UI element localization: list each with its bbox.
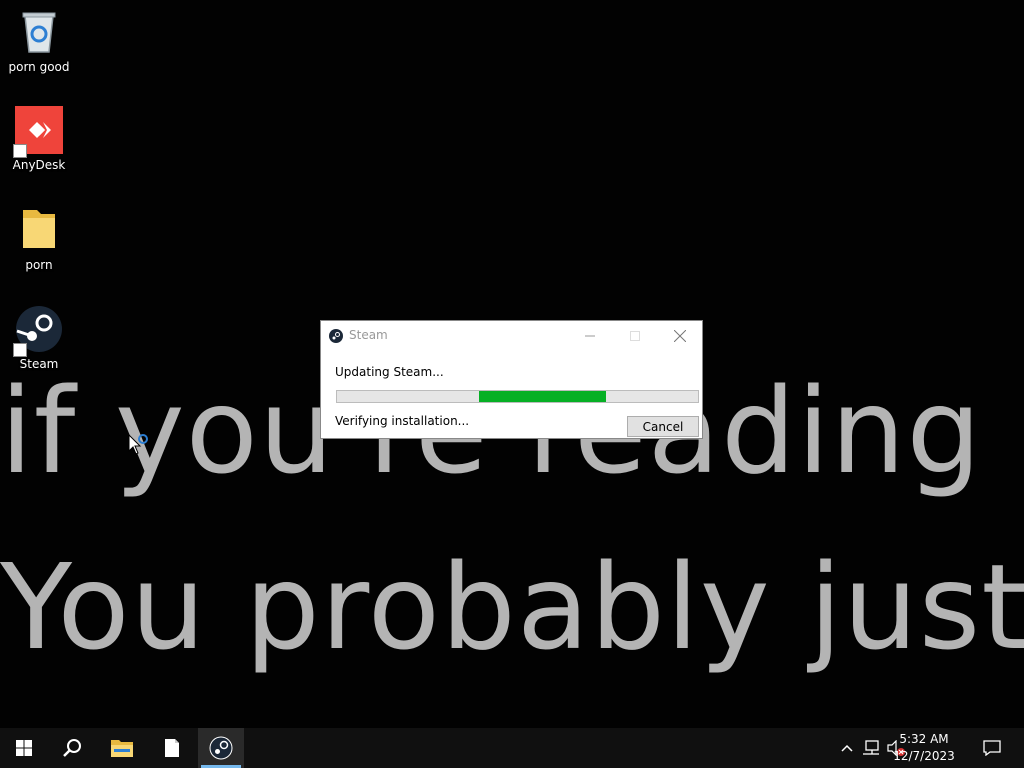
folder-icon [15,206,63,254]
show-hidden-icons-button[interactable] [836,728,858,768]
desktop-icon-label: AnyDesk [12,158,66,172]
desktop-icon-anydesk[interactable]: AnyDesk [4,106,74,172]
dialog-title: Steam [349,328,388,342]
desktop: if you're reading this You probably just… [0,0,1024,728]
minimize-button[interactable] [567,321,613,351]
close-icon [674,330,686,342]
detail-text: Verifying installation... [335,414,470,428]
progress-bar-fill [479,391,606,402]
taskbar: 5:32 AM 12/7/2023 [0,728,1024,768]
shortcut-arrow-icon [13,144,27,158]
steam-icon [13,305,63,357]
steam-taskbar-button[interactable] [198,728,244,768]
recycle-bin-icon [15,8,63,56]
dialog-titlebar[interactable]: Steam [321,321,702,351]
close-button[interactable] [657,321,703,351]
network-icon [863,740,879,755]
start-icon [16,740,32,756]
notepad-button[interactable] [148,728,196,768]
progress-bar [336,390,699,403]
desktop-icon-label: porn good [8,60,70,74]
desktop-icon-steam[interactable]: Steam [4,305,74,371]
desktop-icon-recycle-bin[interactable]: porn good [4,8,74,74]
desktop-icon-label: porn [25,258,53,272]
network-tray-button[interactable] [860,728,882,768]
desktop-icon-label: Steam [19,357,59,371]
clock-time[interactable]: 5:32 AM [884,732,964,746]
desktop-icon-folder[interactable]: porn [4,206,74,272]
steam-icon [329,328,343,347]
wallpaper-text-line-2: You probably just [0,538,1024,676]
steam-icon [209,736,233,760]
search-button[interactable] [48,728,96,768]
anydesk-icon [13,106,63,158]
clock-date[interactable]: 12/7/2023 [884,749,964,763]
file-explorer-icon [111,740,133,757]
action-center-button[interactable] [978,728,1006,768]
busy-cursor-icon [128,433,152,462]
notification-icon [983,740,1001,756]
notepad-icon [165,739,179,757]
chevron-up-icon [841,744,853,752]
cancel-button[interactable]: Cancel [627,416,699,437]
maximize-button[interactable] [612,321,658,351]
search-icon [63,739,81,757]
start-button[interactable] [0,728,48,768]
status-text: Updating Steam... [335,365,444,379]
steam-update-dialog: Steam Updating Steam... Verifying instal… [320,320,703,439]
file-explorer-button[interactable] [98,728,146,768]
shortcut-arrow-icon [13,343,27,357]
